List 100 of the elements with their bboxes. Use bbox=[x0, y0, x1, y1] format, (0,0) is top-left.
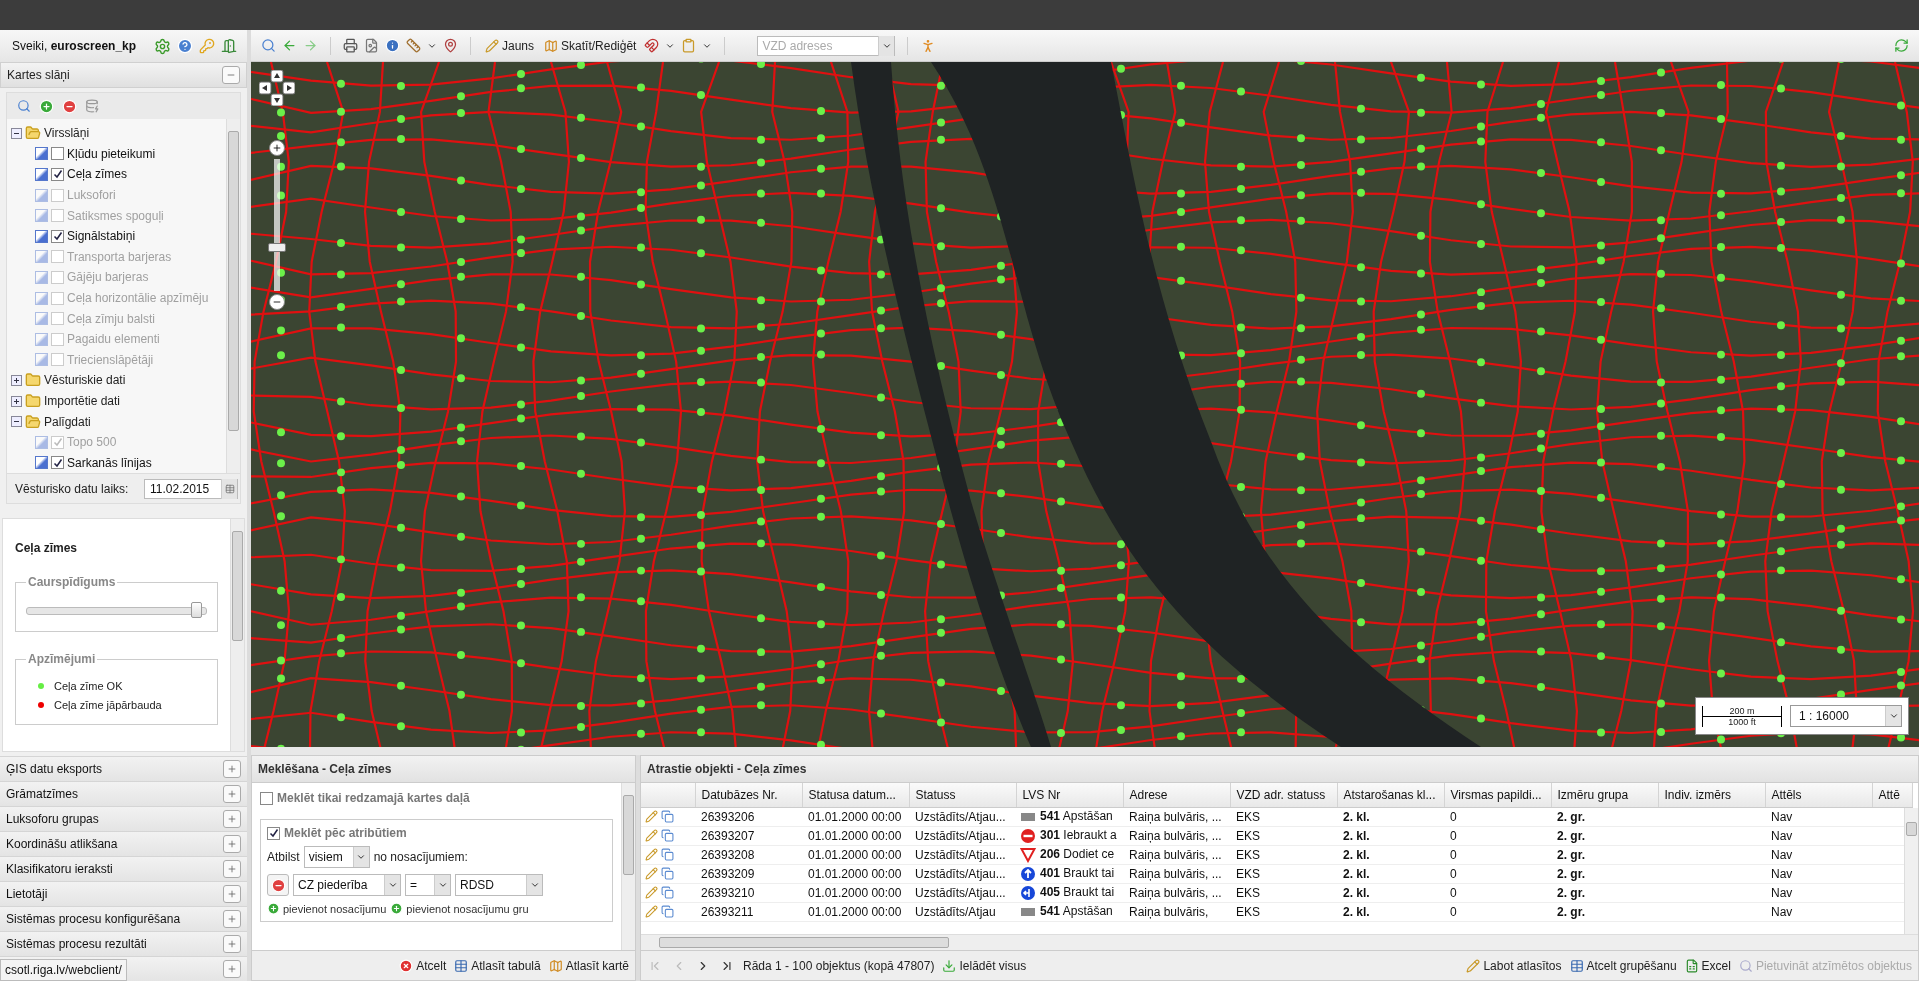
layer-style-icon bbox=[35, 168, 48, 181]
scrollbar[interactable] bbox=[641, 934, 1918, 950]
calendar-icon bbox=[224, 483, 235, 494]
expand-button[interactable] bbox=[223, 960, 241, 978]
date-label: Vēsturisko datu laiks: bbox=[15, 481, 129, 496]
footer-button[interactable]: Atlasīt kartē bbox=[548, 955, 629, 976]
accordion-item[interactable]: Koordināšu atlikšana bbox=[0, 831, 247, 856]
expand-button[interactable] bbox=[223, 760, 241, 778]
layer-checkbox[interactable] bbox=[51, 229, 64, 243]
operator-select[interactable]: = bbox=[405, 874, 451, 896]
tree-group-label[interactable]: Importētie dati bbox=[44, 394, 121, 408]
column-header[interactable]: Indiv. izmērs bbox=[1658, 783, 1765, 807]
layer-checkbox[interactable] bbox=[51, 168, 64, 181]
load-all-button[interactable]: Ielādēt visus bbox=[942, 955, 1027, 976]
add-condition-link[interactable]: pievienot nosacījumu gru bbox=[390, 902, 529, 915]
column-header[interactable]: Atstarošanas kl... bbox=[1337, 783, 1444, 807]
ruler-icon bbox=[406, 38, 421, 53]
collapse-icon[interactable] bbox=[11, 127, 22, 139]
column-header[interactable]: LVS Nr bbox=[1016, 783, 1123, 807]
column-header[interactable]: Statusa datum... bbox=[802, 783, 909, 807]
table-cell: Uzstādīts/Atjau... bbox=[909, 883, 1016, 902]
new-button[interactable]: Jauns bbox=[483, 34, 537, 57]
layer-label[interactable]: Signālstabiņi bbox=[67, 229, 136, 244]
expand-icon[interactable] bbox=[11, 374, 22, 386]
column-header[interactable]: Virsmas papildi... bbox=[1444, 783, 1551, 807]
action-button[interactable]: Excel bbox=[1684, 955, 1731, 976]
edit-icon bbox=[645, 848, 658, 861]
expand-button[interactable] bbox=[223, 910, 241, 928]
footer-button[interactable]: Atlasīt tabulā bbox=[454, 955, 541, 976]
scrollbar[interactable] bbox=[621, 783, 635, 950]
scrollbar[interactable] bbox=[1904, 808, 1918, 934]
layer-detail-title: Ceļa zīmes bbox=[15, 541, 79, 555]
attributes-checkbox[interactable] bbox=[267, 826, 280, 840]
column-header[interactable]: Izmēru grupa bbox=[1551, 783, 1658, 807]
scrollbar-thumb[interactable] bbox=[232, 531, 243, 641]
scrollbar-thumb[interactable] bbox=[1906, 822, 1917, 836]
zoom-handle[interactable] bbox=[268, 242, 286, 252]
table-cell: Nav bbox=[1765, 864, 1872, 883]
expand-button[interactable] bbox=[223, 835, 241, 853]
accordion-item[interactable]: Klasifikatoru ieraksti bbox=[0, 856, 247, 881]
add-condition-link[interactable]: pievienot nosacījumu bbox=[267, 902, 387, 915]
opacity-slider[interactable] bbox=[26, 601, 207, 619]
accordion-item[interactable]: ĢIS datu eksports bbox=[0, 756, 247, 781]
copy-icon bbox=[661, 829, 674, 842]
accordion-item[interactable]: Grāmatzīmes bbox=[0, 781, 247, 806]
table-cell: EKS bbox=[1230, 883, 1337, 902]
layer-label[interactable]: Sarkanās līnijas bbox=[67, 455, 152, 470]
column-header[interactable]: Adrese bbox=[1123, 783, 1230, 807]
spreadsheet-icon bbox=[1684, 958, 1699, 973]
visible-area-checkbox[interactable] bbox=[260, 791, 273, 805]
remove-condition-button[interactable] bbox=[267, 874, 289, 896]
scrollbar-thumb[interactable] bbox=[623, 795, 634, 875]
column-header[interactable]: Datubāzes Nr. bbox=[695, 783, 802, 807]
pan-control[interactable] bbox=[259, 70, 295, 106]
accordion-item[interactable]: Lietotāji bbox=[0, 881, 247, 906]
table-cell: 26393210 bbox=[695, 883, 802, 902]
action-button[interactable]: Labot atlasītos bbox=[1466, 955, 1562, 976]
field-select[interactable]: CZ piederība bbox=[293, 874, 401, 896]
table-cell: Raiņa bulvāris, bbox=[1123, 902, 1230, 921]
scrollbar[interactable] bbox=[226, 119, 240, 473]
footer-button[interactable]: Atcelt bbox=[399, 955, 447, 976]
map-drawing[interactable] bbox=[251, 62, 1919, 747]
table-cell: 0 bbox=[1444, 826, 1551, 845]
tree-group-label[interactable]: Vēsturiskie dati bbox=[44, 373, 126, 388]
legend-text: Ceļa zīme jāpārbauda bbox=[54, 698, 162, 711]
collapse-icon[interactable] bbox=[11, 416, 22, 428]
accordion-item[interactable]: Luksoforu grupas bbox=[0, 806, 247, 831]
action-button[interactable]: Atcelt grupēšanu bbox=[1569, 955, 1677, 976]
layer-checkbox[interactable] bbox=[51, 147, 64, 161]
tree-group-label[interactable]: Virsslāņi bbox=[44, 126, 90, 141]
table-cell: 01.01.2000 00:00 bbox=[802, 883, 909, 902]
date-field[interactable]: 11.02.2015 bbox=[144, 478, 238, 499]
value-select[interactable]: RDSD bbox=[455, 874, 543, 896]
match-select[interactable]: visiem bbox=[303, 846, 370, 868]
scrollbar-thumb[interactable] bbox=[228, 131, 239, 431]
column-header[interactable]: Statuss bbox=[909, 783, 1016, 807]
expand-button[interactable] bbox=[223, 885, 241, 903]
expand-button[interactable] bbox=[223, 785, 241, 803]
layer-label[interactable]: Ceļa zīmes bbox=[67, 167, 128, 182]
scrollbar-thumb[interactable] bbox=[659, 937, 949, 948]
column-header[interactable]: Attēls bbox=[1765, 783, 1872, 807]
column-header[interactable]: Attē bbox=[1872, 783, 1912, 807]
expand-button[interactable] bbox=[223, 860, 241, 878]
expand-icon[interactable] bbox=[11, 395, 22, 407]
view-edit-button[interactable]: Skatīt/Rediģēt bbox=[542, 34, 639, 57]
collapse-button[interactable] bbox=[222, 66, 240, 84]
layer-checkbox[interactable] bbox=[51, 456, 64, 470]
scale-select[interactable]: 1 : 16000 bbox=[1790, 705, 1902, 727]
layer-label[interactable]: Kļūdu pieteikumi bbox=[67, 146, 156, 161]
accordion-item[interactable]: Sistēmas procesu rezultāti bbox=[0, 931, 247, 956]
expand-button[interactable] bbox=[223, 935, 241, 953]
add-icon bbox=[39, 98, 54, 114]
scrollbar[interactable] bbox=[230, 519, 244, 751]
accordion-item[interactable]: Sistēmas procesu konfigurēšana bbox=[0, 906, 247, 931]
tree-group-label[interactable]: Palīgdati bbox=[44, 414, 91, 429]
column-header[interactable]: VZD adr. statuss bbox=[1230, 783, 1337, 807]
expand-button[interactable] bbox=[223, 810, 241, 828]
slider-thumb[interactable] bbox=[190, 602, 202, 618]
table-cell: 2. kl. bbox=[1337, 807, 1444, 826]
zoom-slider[interactable] bbox=[268, 159, 286, 291]
